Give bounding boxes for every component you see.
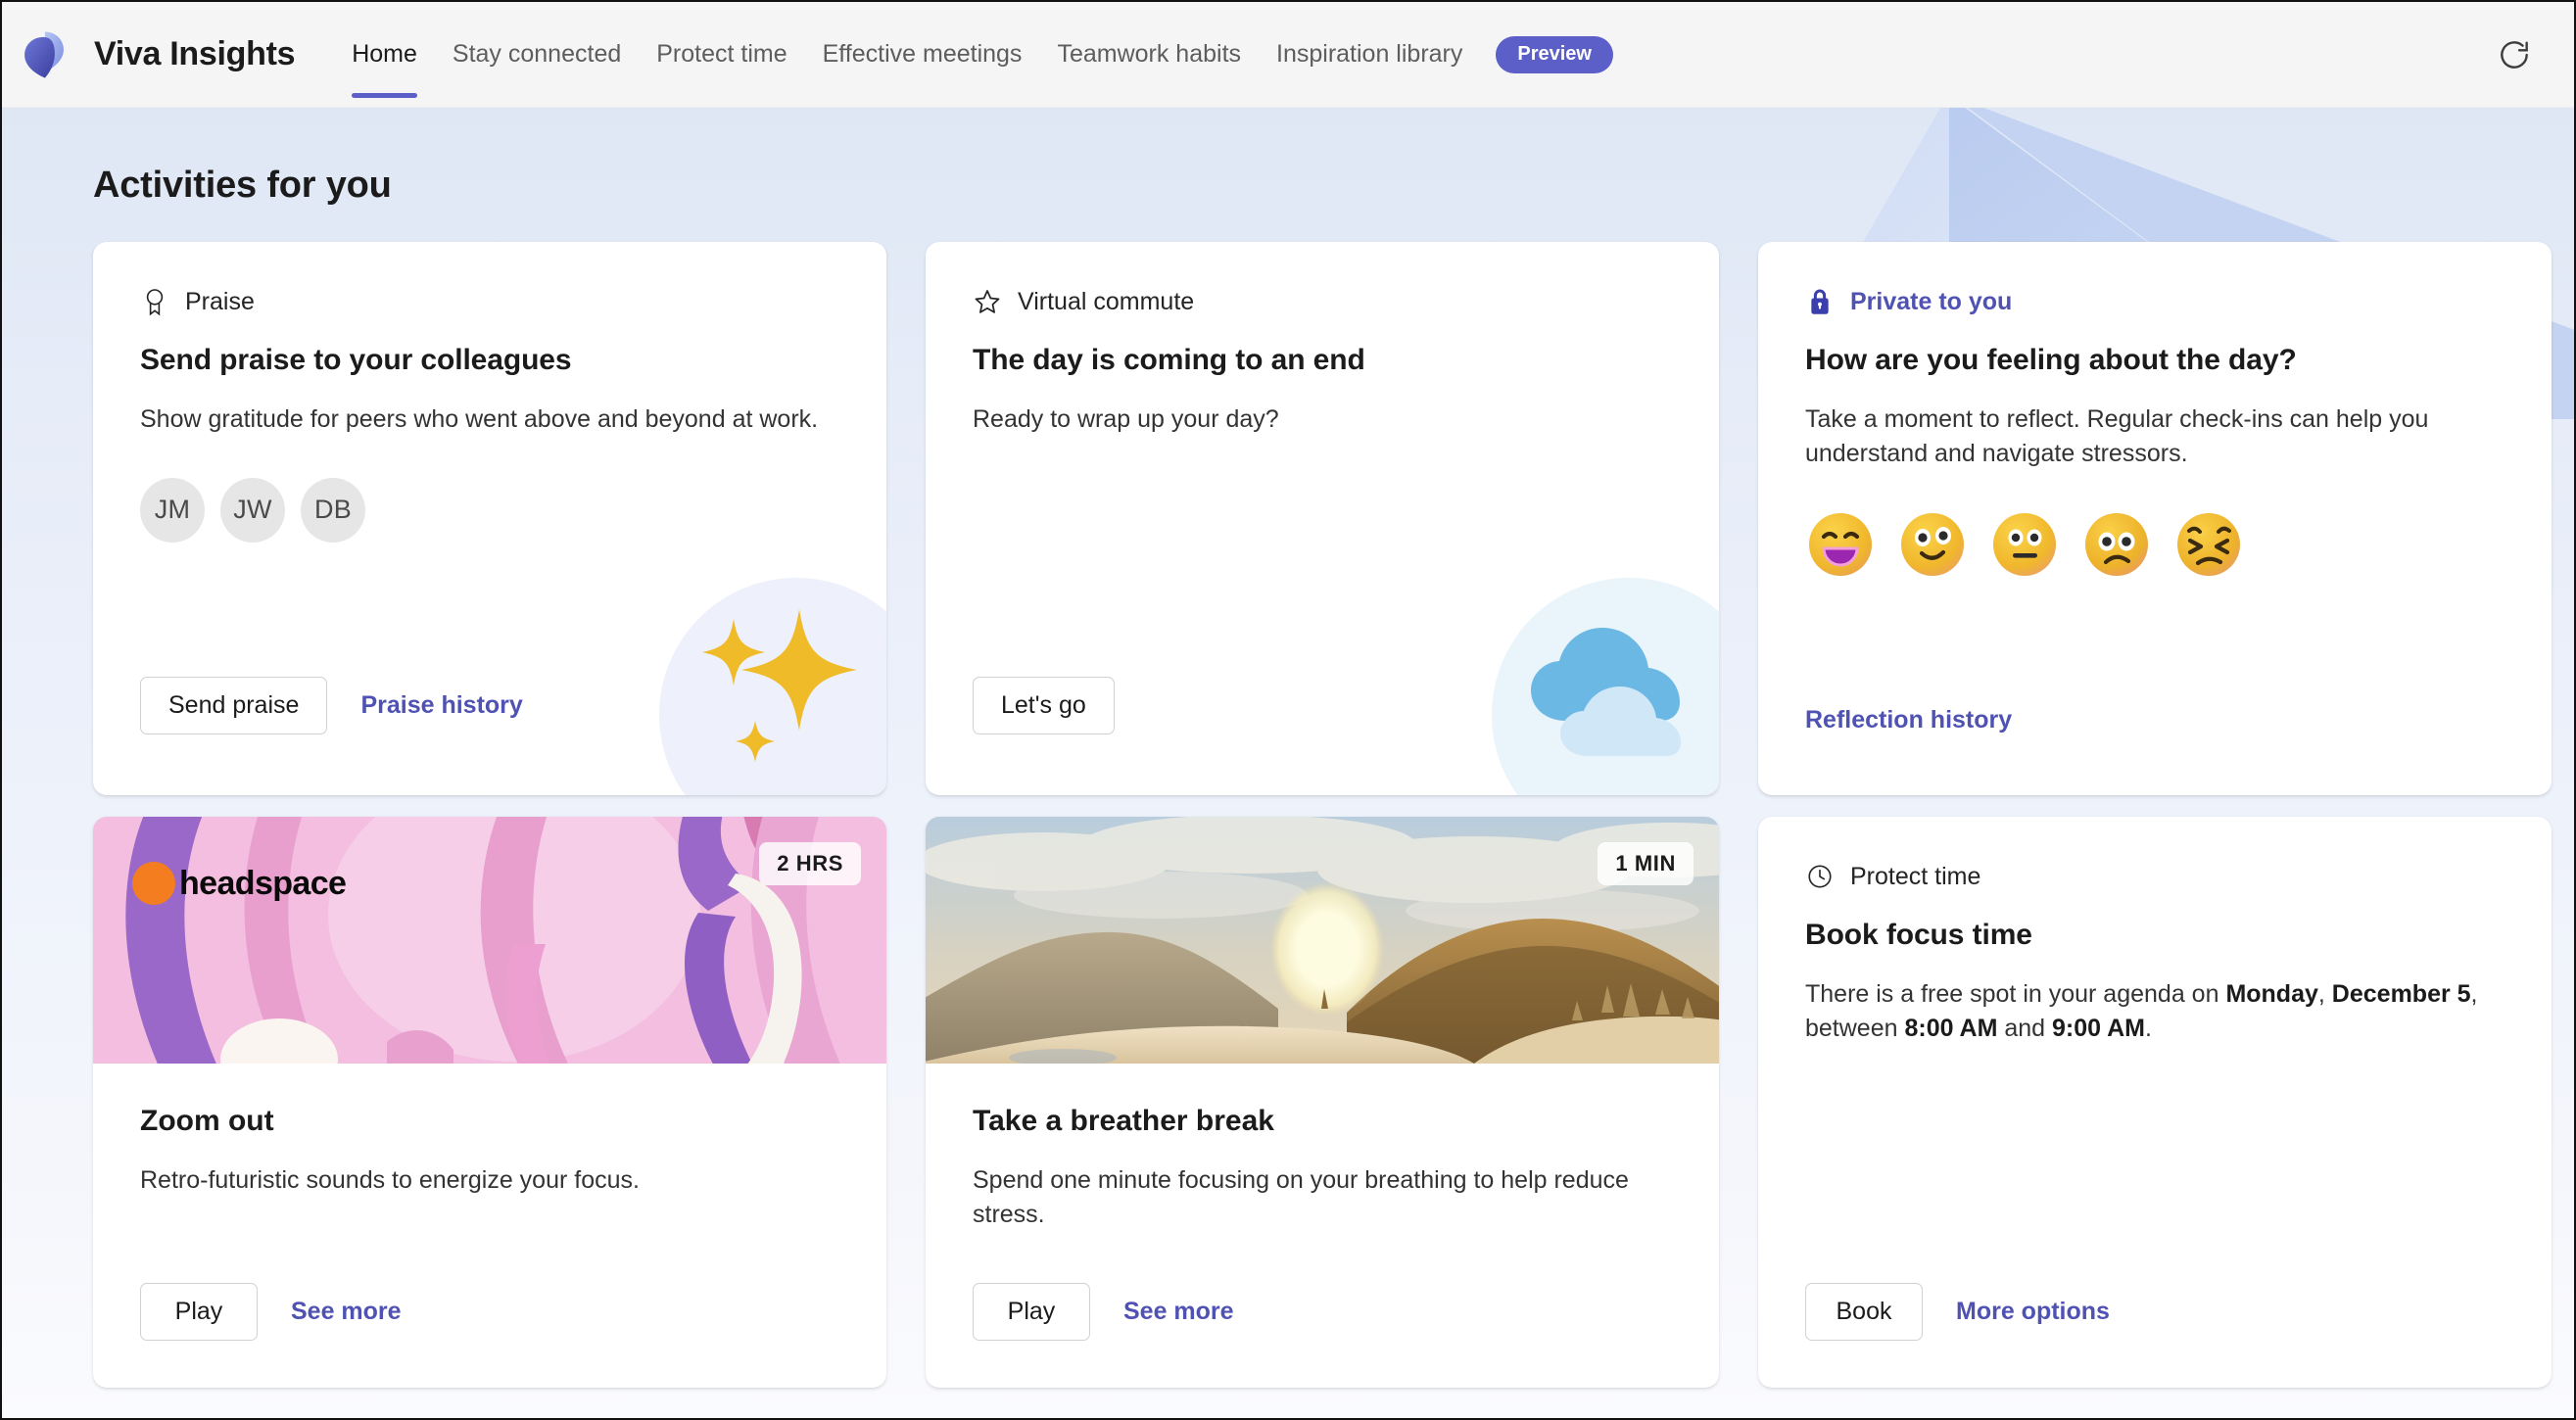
avatar[interactable]: JM: [140, 478, 205, 543]
card-reflection-title: How are you feeling about the day?: [1805, 344, 2508, 377]
more-options-link[interactable]: More options: [1942, 1284, 2123, 1340]
page-title: Activities for you: [93, 165, 2574, 207]
star-icon: [973, 287, 1002, 316]
headspace-logo: headspace: [132, 862, 346, 905]
focus-desc-start: 8:00 AM: [1904, 1015, 1997, 1042]
clouds-icon: [1472, 548, 1719, 795]
card-praise-body: Praise Send praise to your colleagues Sh…: [93, 242, 886, 543]
desert-landscape-sunset-artwork: 1 MIN: [926, 817, 1719, 1064]
card-book-focus-time[interactable]: Protect time Book focus time There is a …: [1758, 817, 2552, 1388]
focus-desc-part4: and: [1997, 1015, 2052, 1042]
viva-insights-window: Viva Insights Home Stay connected Protec…: [0, 0, 2576, 1420]
card-breather-break-actions: Play See more: [973, 1283, 1248, 1341]
card-breather-break-body: Take a breather break Spend one minute f…: [926, 1064, 1719, 1231]
nav-item-home[interactable]: Home: [334, 2, 435, 108]
send-praise-button[interactable]: Send praise: [140, 677, 327, 734]
card-reflection-body: Private to you How are you feeling about…: [1758, 242, 2552, 580]
neutral-face-emoji[interactable]: [1989, 509, 2060, 580]
see-more-link[interactable]: See more: [1110, 1284, 1248, 1340]
card-reflection[interactable]: Private to you How are you feeling about…: [1758, 242, 2552, 795]
praise-suggested-people: JM JW DB: [140, 478, 843, 543]
play-button[interactable]: Play: [140, 1283, 258, 1341]
headspace-dot-icon: [132, 862, 175, 905]
lock-icon: [1805, 287, 1835, 316]
frowning-face-emoji[interactable]: [2081, 509, 2152, 580]
card-zoom-out[interactable]: headspace 2 HRS Zoom out Retro-futuristi…: [93, 817, 886, 1388]
card-praise-title: Send praise to your colleagues: [140, 344, 843, 377]
book-button[interactable]: Book: [1805, 1283, 1923, 1341]
see-more-link[interactable]: See more: [277, 1284, 415, 1340]
card-reflection-eyebrow: Private to you: [1805, 287, 2508, 316]
card-book-focus-time-eyebrow: Protect time: [1805, 862, 2508, 891]
card-praise-eyebrow: Praise: [140, 287, 843, 316]
preview-badge: Preview: [1496, 36, 1613, 73]
card-praise[interactable]: Praise Send praise to your colleagues Sh…: [93, 242, 886, 795]
avatar[interactable]: JW: [220, 478, 285, 543]
main-content: Activities for you: [2, 108, 2574, 1418]
clock-icon: [1805, 862, 1835, 891]
app-header: Viva Insights Home Stay connected Protec…: [2, 2, 2574, 108]
card-book-focus-time-actions: Book More options: [1805, 1283, 2123, 1341]
nav-item-teamwork-habits[interactable]: Teamwork habits: [1039, 2, 1259, 108]
sparkles-icon: [640, 548, 886, 795]
card-book-focus-time-eyebrow-label: Protect time: [1850, 863, 1980, 891]
brand: Viva Insights: [16, 26, 295, 83]
headspace-wordmark: headspace: [179, 865, 346, 903]
nav-item-effective-meetings[interactable]: Effective meetings: [805, 2, 1040, 108]
card-breather-break-desc: Spend one minute focusing on your breath…: [973, 1163, 1676, 1231]
focus-desc-part2: ,: [2318, 980, 2332, 1008]
card-reflection-desc: Take a moment to reflect. Regular check-…: [1805, 402, 2508, 470]
ribbon-award-icon: [140, 287, 169, 316]
app-title: Viva Insights: [94, 35, 295, 73]
card-zoom-out-title: Zoom out: [140, 1105, 843, 1138]
card-virtual-commute-eyebrow-label: Virtual commute: [1018, 288, 1194, 316]
focus-desc-end: 9:00 AM: [2052, 1015, 2145, 1042]
avatar[interactable]: DB: [301, 478, 365, 543]
card-zoom-out-desc: Retro-futuristic sounds to energize your…: [140, 1163, 843, 1198]
slightly-smiling-face-emoji[interactable]: [1897, 509, 1968, 580]
card-virtual-commute[interactable]: Virtual commute The day is coming to an …: [926, 242, 1719, 795]
card-breather-break-title: Take a breather break: [973, 1105, 1676, 1138]
reflection-history-link[interactable]: Reflection history: [1805, 706, 2012, 734]
card-zoom-out-actions: Play See more: [140, 1283, 415, 1341]
duration-badge: 2 HRS: [759, 842, 861, 885]
focus-desc-part1: There is a free spot in your agenda on: [1805, 980, 2225, 1008]
card-praise-actions: Send praise Praise history: [140, 677, 537, 734]
focus-desc-day: Monday: [2225, 980, 2317, 1008]
card-virtual-commute-body: Virtual commute The day is coming to an …: [926, 242, 1719, 437]
activity-card-grid: Praise Send praise to your colleagues Sh…: [93, 242, 2574, 1388]
card-reflection-eyebrow-label: Private to you: [1850, 288, 2012, 316]
card-virtual-commute-desc: Ready to wrap up your day?: [973, 402, 1676, 437]
play-button[interactable]: Play: [973, 1283, 1090, 1341]
praise-history-link[interactable]: Praise history: [347, 678, 536, 734]
lets-go-button[interactable]: Let's go: [973, 677, 1115, 734]
card-zoom-out-body: Zoom out Retro-futuristic sounds to ener…: [93, 1064, 886, 1198]
card-virtual-commute-actions: Let's go: [973, 677, 1115, 734]
viva-insights-logo-icon: [16, 26, 72, 83]
main-nav: Home Stay connected Protect time Effecti…: [334, 2, 1613, 108]
nav-item-protect-time[interactable]: Protect time: [639, 2, 804, 108]
laughing-face-emoji[interactable]: [1805, 509, 1876, 580]
focus-desc-date: December 5: [2332, 980, 2471, 1008]
focus-desc-part5: .: [2145, 1015, 2152, 1042]
nav-item-inspiration-library[interactable]: Inspiration library: [1259, 2, 1480, 108]
nav-item-stay-connected[interactable]: Stay connected: [435, 2, 639, 108]
card-book-focus-time-desc: There is a free spot in your agenda on M…: [1805, 977, 2508, 1045]
refresh-icon[interactable]: [2488, 28, 2541, 81]
card-book-focus-time-title: Book focus time: [1805, 919, 2508, 952]
headspace-abstract-artwork: headspace 2 HRS: [93, 817, 886, 1064]
duration-badge: 1 MIN: [1598, 842, 1693, 885]
mood-emoji-row: [1805, 509, 2508, 580]
card-virtual-commute-eyebrow: Virtual commute: [973, 287, 1676, 316]
card-praise-desc: Show gratitude for peers who went above …: [140, 402, 843, 437]
card-virtual-commute-title: The day is coming to an end: [973, 344, 1676, 377]
confounded-face-emoji[interactable]: [2173, 509, 2244, 580]
card-breather-break[interactable]: 1 MIN Take a breather break Spend one mi…: [926, 817, 1719, 1388]
card-book-focus-time-body: Protect time Book focus time There is a …: [1758, 817, 2552, 1045]
card-praise-eyebrow-label: Praise: [185, 288, 255, 316]
